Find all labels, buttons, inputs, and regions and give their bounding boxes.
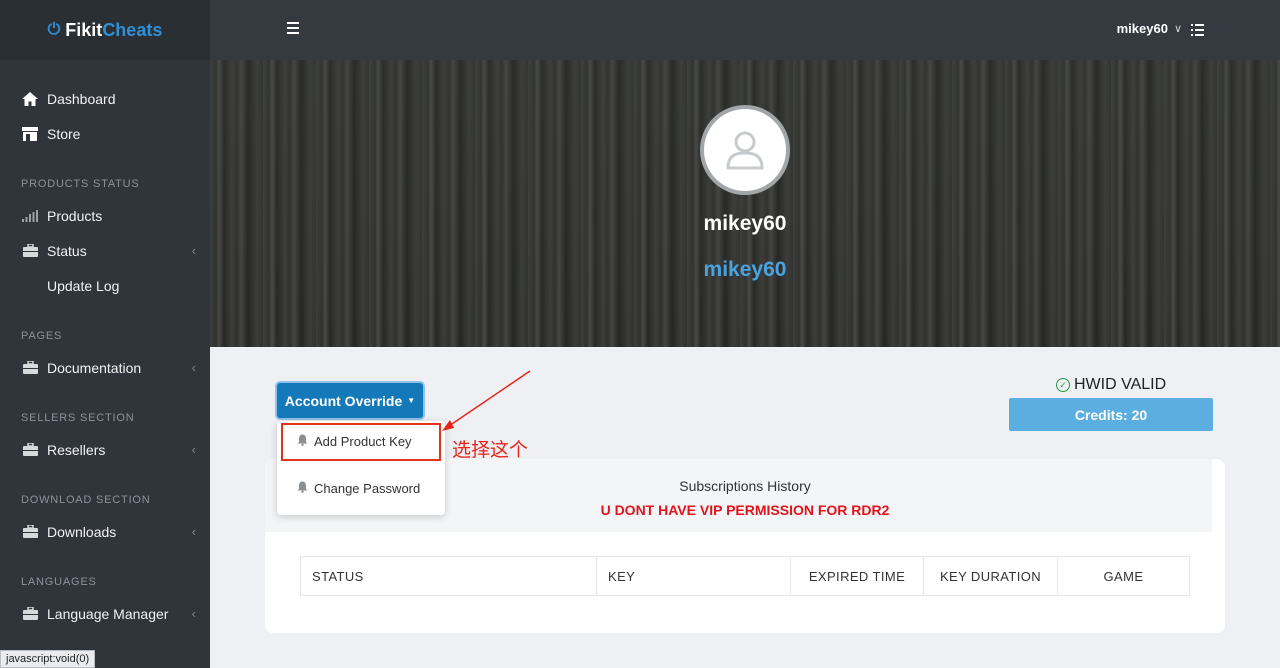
sidebar-item-label: Resellers bbox=[47, 441, 106, 458]
avatar bbox=[700, 105, 790, 195]
sidebar-item-store[interactable]: Store bbox=[0, 116, 210, 151]
sidebar-item-language-manager[interactable]: Language Manager ‹ bbox=[0, 596, 210, 631]
sidebar-item-label: Documentation bbox=[47, 359, 142, 376]
sidebar-item-label: Dashboard bbox=[47, 90, 116, 107]
hwid-label: HWID VALID bbox=[1074, 376, 1167, 393]
briefcase-icon bbox=[21, 443, 39, 457]
menu-item-change-password[interactable]: Change Password bbox=[297, 481, 420, 496]
top-navbar: mikey60 ∨ bbox=[210, 0, 1280, 60]
column-key-duration: KEY DURATION bbox=[924, 557, 1058, 595]
menu-item-label: Change Password bbox=[314, 481, 421, 496]
sidebar-item-downloads[interactable]: Downloads ‹ bbox=[0, 514, 210, 549]
section-header-languages: LANGUAGES bbox=[21, 576, 97, 588]
column-expired-time: EXPIRED TIME bbox=[791, 557, 924, 595]
subscriptions-table-header: STATUS KEY EXPIRED TIME KEY DURATION GAM… bbox=[300, 556, 1190, 596]
sidebar-nav: Dashboard Store PRODUCTS STATUS Products… bbox=[0, 60, 210, 631]
signal-icon bbox=[21, 209, 39, 223]
sidebar-item-status[interactable]: Status ‹ bbox=[0, 233, 210, 268]
profile-banner: mikey60 mikey60 bbox=[210, 60, 1280, 347]
sidebar-item-label: Products bbox=[47, 207, 103, 224]
brand-logo[interactable]: ⏻ Fikit Cheats bbox=[0, 0, 210, 60]
briefcase-icon bbox=[21, 244, 39, 258]
user-menu[interactable]: mikey60 ∨ bbox=[1117, 21, 1182, 36]
sidebar-item-update-log[interactable]: Update Log bbox=[0, 268, 210, 303]
profile-username: mikey60 bbox=[703, 258, 787, 281]
sidebar-item-label: Downloads bbox=[47, 523, 117, 540]
column-status: STATUS bbox=[301, 557, 597, 595]
sidebar-item-label: Store bbox=[47, 125, 81, 142]
caret-down-icon: ▼ bbox=[407, 396, 416, 405]
annotation-text: 选择这个 bbox=[452, 439, 529, 461]
sidebar-item-label: Update Log bbox=[47, 277, 120, 294]
user-menu-name: mikey60 bbox=[1116, 21, 1168, 36]
chevron-left-icon: ‹ bbox=[191, 442, 196, 457]
section-header-pages: PAGES bbox=[21, 330, 63, 342]
check-circle-icon: ✓ bbox=[1056, 378, 1070, 392]
sidebar-item-products[interactable]: Products bbox=[0, 198, 210, 233]
credits-button[interactable]: Credits: 20 bbox=[1009, 398, 1213, 431]
briefcase-icon bbox=[21, 361, 39, 375]
brand-part1: Fikit bbox=[65, 19, 103, 40]
home-icon bbox=[21, 91, 39, 106]
sidebar-item-resellers[interactable]: Resellers ‹ bbox=[0, 432, 210, 467]
section-header-download: DOWNLOAD SECTION bbox=[21, 494, 151, 506]
account-override-button[interactable]: Account Override ▼ bbox=[277, 383, 423, 418]
annotation-highlight-box bbox=[281, 423, 441, 461]
sidebar-item-label: Language Manager bbox=[47, 605, 169, 622]
profile-name: mikey60 bbox=[703, 212, 787, 235]
list-icon[interactable] bbox=[1191, 24, 1204, 36]
briefcase-icon bbox=[21, 607, 39, 621]
chevron-down-icon: ∨ bbox=[1173, 23, 1182, 35]
hwid-status: ✓ HWID VALID bbox=[1056, 376, 1166, 394]
briefcase-icon bbox=[21, 525, 39, 539]
account-override-label: Account Override bbox=[284, 392, 403, 409]
brand-part2: Cheats bbox=[102, 19, 163, 40]
chevron-left-icon: ‹ bbox=[191, 524, 196, 539]
sidebar-item-label: Status bbox=[47, 242, 87, 259]
sidebar-item-dashboard[interactable]: Dashboard bbox=[0, 81, 210, 116]
sidebar: ⏻ Fikit Cheats Dashboard Store PRODUCTS S… bbox=[0, 0, 210, 668]
browser-status-bar: javascript:void(0) bbox=[0, 650, 96, 668]
column-game: GAME bbox=[1103, 568, 1144, 584]
power-icon: ⏻ bbox=[47, 21, 61, 38]
chevron-left-icon: ‹ bbox=[191, 606, 196, 621]
chevron-left-icon: ‹ bbox=[191, 360, 196, 375]
store-icon bbox=[21, 126, 39, 141]
chevron-left-icon: ‹ bbox=[191, 243, 196, 258]
column-key: KEY bbox=[597, 557, 791, 595]
bell-icon bbox=[297, 481, 309, 496]
user-icon bbox=[726, 131, 764, 170]
sidebar-item-documentation[interactable]: Documentation ‹ bbox=[0, 350, 210, 385]
hamburger-menu-icon[interactable] bbox=[287, 22, 299, 34]
section-header-products-status: PRODUCTS STATUS bbox=[21, 178, 140, 190]
annotation-arrow-icon bbox=[442, 370, 531, 431]
section-header-sellers: SELLERS SECTION bbox=[21, 412, 135, 424]
